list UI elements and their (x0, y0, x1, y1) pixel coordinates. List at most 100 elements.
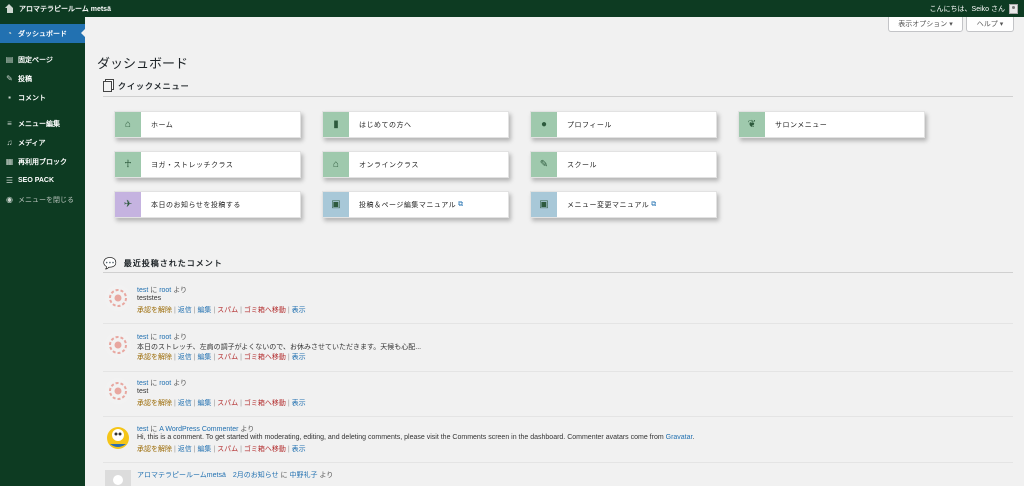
unapprove-link[interactable]: 承認を解除 (137, 400, 172, 407)
unapprove-link[interactable]: 承認を解除 (137, 307, 172, 314)
unapprove-link[interactable]: 承認を解除 (137, 446, 172, 453)
quick-tile-first-time[interactable]: ▮ はじめての方へ (322, 111, 509, 138)
gravatar-link[interactable]: Gravatar (666, 434, 693, 441)
sidebar-item-label: 再利用ブロック (18, 158, 67, 166)
collapse-menu-button[interactable]: ◉ メニューを閉じる (0, 190, 85, 209)
screen-options-button[interactable]: 表示オプション ▾ (888, 17, 963, 32)
comment-post-link[interactable]: root (159, 287, 171, 294)
greeting: こんにちは、Seiko さん (929, 5, 1005, 13)
quick-tile-profile[interactable]: ● プロフィール (530, 111, 717, 138)
sidebar-item-seo-pack[interactable]: ☰ SEO PACK (0, 171, 85, 190)
block-icon: ▦ (5, 157, 14, 166)
divider (103, 96, 1013, 97)
sidebar-item-pages[interactable]: ▤ 固定ページ (0, 50, 85, 69)
divider (103, 416, 1013, 417)
tile-label: ヨガ・ストレッチクラス (151, 161, 234, 169)
divider (103, 323, 1013, 324)
meta-suffix: より (171, 287, 188, 294)
sidebar-item-comments[interactable]: ▪ コメント (0, 88, 85, 107)
flower-avatar (105, 332, 131, 358)
pin-icon: ✎ (6, 74, 13, 83)
comment-author-link[interactable]: test (137, 287, 148, 294)
sidebar-item-media[interactable]: ♫ メディア (0, 133, 85, 152)
reply-link[interactable]: 返信 (178, 307, 192, 314)
site-name-link[interactable]: アロマテラピールーム metsä (0, 4, 111, 14)
menu-icon: ≡ (7, 119, 12, 128)
sidebar-item-posts[interactable]: ✎ 投稿 (0, 69, 85, 88)
spam-link[interactable]: スパム (217, 400, 238, 407)
flower-avatar (105, 285, 131, 311)
comment-author-link[interactable]: アロマテラピールームmetsä 2月のお知らせ (137, 472, 279, 479)
quick-tile-yoga[interactable]: ☥ ヨガ・ストレッチクラス (114, 151, 301, 178)
figure-icon: ☥ (115, 152, 141, 177)
help-label: ヘルプ ▾ (976, 21, 1004, 28)
screen-options-label: 表示オプション ▾ (898, 21, 953, 28)
edit-link[interactable]: 編集 (197, 354, 211, 361)
comment-actions: 承認を解除 | 返信 | 編集 | スパム | ゴミ箱へ移動 | 表示 (137, 354, 306, 361)
meta-sep: に (278, 472, 290, 479)
unapprove-link[interactable]: 承認を解除 (137, 354, 172, 361)
comment-author-link[interactable]: test (137, 426, 148, 433)
comment-text: Hi, this is a comment. To get started wi… (137, 434, 694, 441)
external-link-icon: ⧉ (458, 200, 464, 208)
quick-tile-menu-manual[interactable]: ▣ メニュー変更マニュアル ⧉ (530, 191, 717, 218)
comment-meta: test に root より (137, 332, 187, 342)
tile-label: プロフィール (567, 121, 612, 129)
sidebar-item-label: ダッシュボード (18, 30, 67, 38)
quick-tile-school[interactable]: ✎ スクール (530, 151, 717, 178)
reply-link[interactable]: 返信 (178, 400, 192, 407)
comment-post-link[interactable]: root (159, 334, 171, 341)
site-name: アロマテラピールーム metsä (19, 5, 111, 13)
flower-avatar (105, 378, 131, 404)
trash-link[interactable]: ゴミ箱へ移動 (244, 307, 286, 314)
quick-tile-online-class[interactable]: ⌂ オンラインクラス (322, 151, 509, 178)
comment-actions: 承認を解除 | 返信 | 編集 | スパム | ゴミ箱へ移動 | 表示 (137, 307, 306, 314)
sidebar-item-label: メディア (18, 139, 46, 147)
quick-menu-header: クイックメニュー (103, 81, 190, 92)
comment-author-link[interactable]: test (137, 334, 148, 341)
sidebar-item-menu-edit[interactable]: ≡ メニュー編集 (0, 114, 85, 133)
view-link[interactable]: 表示 (292, 400, 306, 407)
comment-author-link[interactable]: test (137, 380, 148, 387)
page-icon: ▤ (5, 55, 14, 64)
collapse-icon: ◉ (6, 195, 13, 204)
quick-tile-post-news[interactable]: ✈ 本日のお知らせを投稿する (114, 191, 301, 218)
sidebar-item-reusable-blocks[interactable]: ▦ 再利用ブロック (0, 152, 85, 171)
edit-link[interactable]: 編集 (197, 446, 211, 453)
sidebar-item-label: コメント (18, 94, 46, 102)
edit-link[interactable]: 編集 (197, 307, 211, 314)
help-button[interactable]: ヘルプ ▾ (966, 17, 1014, 32)
divider (103, 371, 1013, 372)
trash-link[interactable]: ゴミ箱へ移動 (244, 400, 286, 407)
view-link[interactable]: 表示 (292, 446, 306, 453)
quick-tile-home[interactable]: ⌂ ホーム (114, 111, 301, 138)
comment-post-link[interactable]: A WordPress Commenter (159, 426, 238, 433)
person-icon: ● (531, 112, 557, 137)
edit-link[interactable]: 編集 (197, 400, 211, 407)
trash-link[interactable]: ゴミ箱へ移動 (244, 354, 286, 361)
comment-meta: test に A WordPress Commenter より (137, 424, 254, 434)
comment-meta: test に root より (137, 285, 187, 295)
comment-post-link[interactable]: 中野礼子 (290, 472, 318, 479)
sidebar-item-dashboard[interactable]: ◔ ダッシュボード (0, 24, 85, 43)
view-link[interactable]: 表示 (292, 354, 306, 361)
reply-link[interactable]: 返信 (178, 446, 192, 453)
recent-comments-title: 最近投稿されたコメント (123, 259, 223, 268)
comment-text-end: . (692, 434, 695, 441)
quick-tile-edit-manual[interactable]: ▣ 投稿＆ページ編集マニュアル ⧉ (322, 191, 509, 218)
view-link[interactable]: 表示 (292, 307, 306, 314)
sidebar-item-label: 投稿 (18, 75, 32, 83)
leaf-icon: ❦ (739, 112, 765, 137)
tile-label: スクール (567, 161, 597, 169)
spam-link[interactable]: スパム (217, 354, 238, 361)
trash-link[interactable]: ゴミ箱へ移動 (244, 446, 286, 453)
comment-post-link[interactable]: root (159, 380, 171, 387)
spam-link[interactable]: スパム (217, 307, 238, 314)
reply-link[interactable]: 返信 (178, 354, 192, 361)
spam-link[interactable]: スパム (217, 446, 238, 453)
book-icon: ▮ (323, 112, 349, 137)
quick-tile-salon-menu[interactable]: ❦ サロンメニュー (738, 111, 925, 138)
account-menu[interactable]: こんにちは、Seiko さん (929, 3, 1024, 14)
comment-icon: ▪ (8, 93, 11, 102)
comment-text: test (137, 388, 149, 395)
